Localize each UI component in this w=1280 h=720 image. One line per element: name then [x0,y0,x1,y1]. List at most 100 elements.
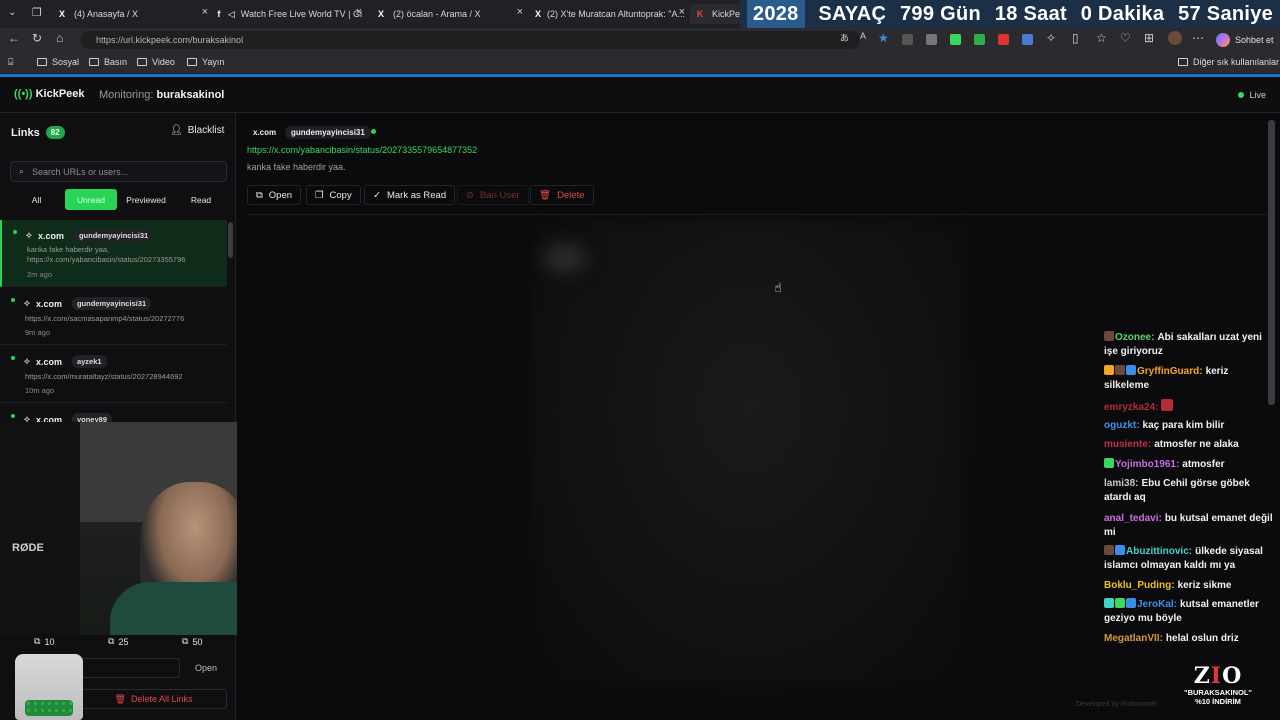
external-link-icon: ⧉ [182,636,189,646]
ban-label: Ban User [479,189,520,201]
favorite-star-icon[interactable]: ★ [878,31,889,45]
extension-icon[interactable] [974,34,985,45]
link-list-item[interactable]: ⟡ x.com gundemyayincisi31 https://x.com/sa… [0,288,227,345]
collections-icon[interactable]: ⊞ [1144,31,1154,45]
sidebar-scrollbar[interactable] [228,222,233,258]
mark-as-read-button[interactable]: ✓ Mark as Read [364,185,456,205]
ban-user-button[interactable]: ⊘ Ban User [457,185,529,205]
unread-dot [371,129,376,134]
chat-badge-icon [1104,331,1114,341]
open-link-button[interactable]: ⧉ Open [247,185,302,205]
link-time: 2m ago [27,270,53,279]
close-icon[interactable]: × [517,6,523,18]
tab-label: Watch Free Live World TV | Gl [240,9,362,19]
tab-worldtv[interactable]: f ◁ Watch Free Live World TV | Gl × [216,4,362,24]
extension-icon[interactable] [926,34,937,45]
delete-button[interactable]: 🗑︎ Delete [530,185,594,205]
unread-dot [11,356,15,360]
open-count: 10 [44,636,55,647]
extension-icon[interactable] [998,34,1009,45]
close-icon[interactable]: × [356,6,362,18]
open-button[interactable]: Open [186,658,226,678]
folder-icon [137,58,147,66]
open-50-button[interactable]: ⧉ 50 [182,636,202,647]
kickpeek-extension-icon[interactable] [950,34,961,45]
search-input[interactable]: ⌕ Search URLs or users... [10,161,227,182]
chat-badge-icon [1126,598,1136,608]
bird-icon: ⟡ [24,356,30,366]
browser-essentials-icon[interactable]: ♡ [1120,31,1131,45]
external-link-icon: ⧉ [256,189,263,201]
chat-message: JeroKal: kutsal emanetler geziyo mu böyle [1104,598,1274,626]
open-count-input[interactable] [80,658,180,678]
trash-icon: 🗑︎ [539,189,552,201]
bookmark-folder-yayin[interactable]: Yayın [187,57,224,67]
tab-label: (2) X'te Muratcan Altuntoprak: "A... [547,9,685,19]
bookmark-folder-sosyal[interactable]: Sosyal [37,57,79,67]
open-label: Open [268,189,293,201]
link-domain: x.com [37,230,64,241]
chat-badge-icon [1115,598,1125,608]
bookmark-folder-video[interactable]: Video [137,57,175,67]
copy-button[interactable]: ❐ Copy [306,185,361,205]
filter-unread[interactable]: Unread [65,189,117,210]
search-icon: ⌕ [19,166,25,176]
tab-x-post[interactable]: X (2) X'te Muratcan Altuntoprak: "A... × [535,4,685,24]
bookmark-label: Diğer sık kullanılanlar [1193,57,1280,67]
home-icon[interactable]: ⌂ [56,31,63,45]
preview-avatar-blurred [543,243,587,273]
open-10-button[interactable]: ⧉ 10 [34,636,54,647]
translate-icon[interactable]: あ [840,31,849,44]
detail-scrollbar[interactable] [1268,120,1275,405]
reload-icon[interactable]: ↻ [32,31,42,45]
profile-avatar[interactable] [1168,31,1182,45]
link-domain: x.com [35,356,62,367]
other-bookmarks[interactable]: Diğer sık kullanılanlar [1178,57,1279,67]
filter-all[interactable]: All [14,189,59,210]
links-title: Links 82 [11,126,65,139]
bookmarks-menu-icon[interactable]: ⌸ [8,57,13,68]
blacklist-button[interactable]: 👤︎ Blacklist [170,125,224,136]
monitoring-user: buraksakinol [156,89,225,101]
back-icon[interactable]: ← [8,31,20,45]
chat-username: JeroKal: [1137,599,1178,610]
filter-previewed[interactable]: Previewed [122,189,170,210]
chat-message: emryzka24: [1104,399,1274,415]
extension-icon[interactable] [902,34,913,45]
detail-url-link[interactable]: https://x.com/yabancibasin/status/202733… [247,145,477,155]
close-icon[interactable]: × [679,6,685,18]
more-menu-icon[interactable]: ⋯ [1192,31,1204,45]
close-icon[interactable]: × [202,6,208,18]
url-input[interactable]: https://url.kickpeek.com/buraksakinol [80,31,860,49]
chat-badge-icon [1104,545,1114,555]
workspaces-icon[interactable]: ❐ [32,6,42,19]
favorites-icon[interactable]: ☆ [1096,31,1107,45]
chat-username: GryffinGuard: [1137,366,1203,377]
delete-all-links-button[interactable]: 🗑︎ Delete All Links [80,689,227,709]
chat-username: lami38: [1104,478,1139,489]
chat-badge-icon [1104,365,1114,375]
detail-user-chip: gundemyayincisi31 [285,126,371,139]
link-list-item[interactable]: ⟡ x.com gundemyayincisi31 kanka fake haber… [0,220,227,287]
split-screen-icon[interactable]: ▯ [1072,31,1079,45]
chat-username: Boklu_Puding: [1104,580,1175,591]
tab-actions-icon[interactable]: ⌄ [8,7,16,18]
bookmark-folder-basin[interactable]: Basın [89,57,127,67]
open-25-button[interactable]: ⧉ 25 [108,636,128,647]
read-aloud-icon[interactable]: A [860,31,866,41]
unread-dot [11,414,15,418]
chat-username: Ozonee: [1115,332,1155,343]
blacklist-label: Blacklist [187,125,225,136]
chat-text: kaç para kim bilir [1142,420,1225,431]
tab-x-home[interactable]: X (4) Anasayfa / X × [56,4,208,24]
extensions-puzzle-icon[interactable]: ✧ [1046,31,1056,45]
filter-read[interactable]: Read [178,189,224,210]
tab-search-x[interactable]: X (2) öcalan - Arama / X × [375,4,523,24]
extension-icon[interactable] [1022,34,1033,45]
check-icon: ✓ [373,189,381,201]
copilot-chat-button[interactable]: Sohbet et [1216,31,1274,49]
chat-message: Yojimbo1961: atmosfer [1104,458,1274,472]
link-list-item[interactable]: ⟡ x.com ayzek1 https://x.com/murataltayz/s… [0,346,227,403]
live-label: Live [1249,90,1266,100]
ban-icon: ⊘ [466,189,474,201]
